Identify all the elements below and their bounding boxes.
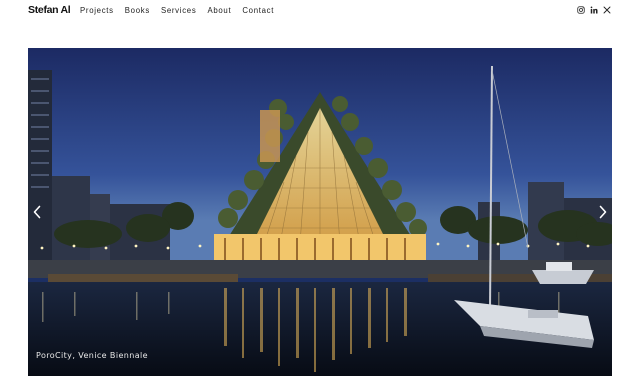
slide-caption: PoroCity, Venice Biennale	[36, 351, 148, 360]
site-header: Stefan Al Projects Books Services About …	[0, 0, 640, 22]
previous-slide-button[interactable]	[28, 202, 46, 222]
instagram-icon[interactable]	[577, 6, 585, 14]
image-slideshow[interactable]: PoroCity, Venice Biennale	[28, 48, 612, 376]
site-logo[interactable]: Stefan Al	[28, 4, 71, 16]
nav-projects[interactable]: Projects	[80, 6, 114, 15]
x-icon[interactable]	[603, 6, 611, 14]
nav-contact[interactable]: Contact	[242, 6, 274, 15]
chevron-left-icon	[33, 205, 41, 219]
nav-about[interactable]: About	[207, 6, 231, 15]
nav-services[interactable]: Services	[161, 6, 197, 15]
main-nav: Projects Books Services About Contact	[80, 6, 274, 15]
chevron-right-icon	[599, 205, 607, 219]
linkedin-icon[interactable]	[590, 6, 598, 14]
nav-books[interactable]: Books	[125, 6, 150, 15]
slide-image	[28, 48, 612, 376]
social-links	[577, 6, 611, 14]
next-slide-button[interactable]	[594, 202, 612, 222]
